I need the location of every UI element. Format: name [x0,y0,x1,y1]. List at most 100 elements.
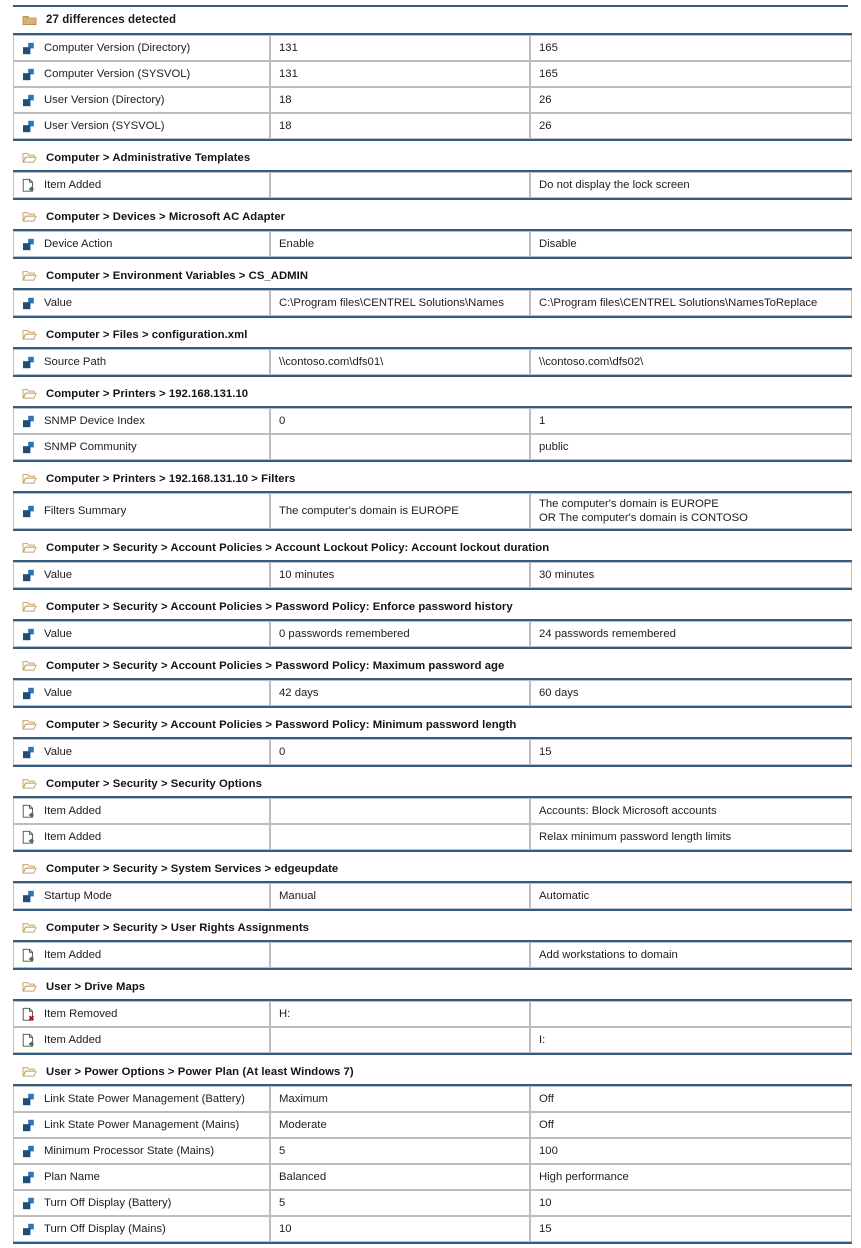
value-a-inner [271,176,529,194]
value-a-cell: Balanced [270,1164,530,1190]
table-row[interactable]: Link State Power Management (Battery) Max… [13,1086,852,1112]
gpo-node-icon [21,686,36,701]
value-b-inner: C:\Program files\CENTREL Solutions\Names… [531,293,851,313]
difference-table: Item Added Accounts: Block Microsoft acco… [13,796,852,852]
table-row[interactable]: SNMP Device Index 0 1 [13,408,852,434]
section-heading-row: Computer > Administrative Templates [13,145,848,170]
table-row[interactable]: Value C:\Program files\CENTREL Solutions\… [13,290,852,316]
table-row[interactable]: Minimum Processor State (Mains) 5 100 [13,1138,852,1164]
table-row[interactable]: Item Added Do not display the lock screen [13,172,852,198]
value-b-text: 24 passwords remembered [539,628,676,640]
setting-name-cell: Source Path [13,349,270,375]
value-a-inner: 18 [271,116,529,136]
section-heading-label: User > Power Options > Power Plan (At le… [46,1065,354,1078]
setting-name-label: Turn Off Display (Mains) [44,1223,166,1235]
value-a-cell [270,942,530,968]
value-b-text: Disable [539,238,577,250]
gpo-difference-report: 27 differences detected Computer Version… [0,5,861,1248]
setting-name-inner: Turn Off Display (Battery) [14,1193,269,1214]
value-b-text: 100 [539,1145,558,1157]
value-b-text: 15 [539,746,552,758]
setting-name-inner: User Version (Directory) [14,90,269,111]
value-b-cell: Relax minimum password length limits [530,824,852,850]
table-row[interactable]: Item Added I: [13,1027,852,1053]
table-row[interactable]: Plan Name Balanced High performance [13,1164,852,1190]
table-row[interactable]: Value 10 minutes 30 minutes [13,562,852,588]
table-row[interactable]: Computer Version (Directory) 131 165 [13,35,852,61]
table-row[interactable]: Source Path \\contoso.com\dfs01\ \\contoso… [13,349,852,375]
folder-open-icon [22,1064,37,1079]
section-heading-label: Computer > Devices > Microsoft AC Adapte… [46,210,286,223]
setting-name-label: User Version (SYSVOL) [44,120,165,132]
value-a-cell: 131 [270,35,530,61]
section-heading-label: Computer > Security > Security Options [46,777,262,790]
table-row[interactable]: Startup Mode Manual Automatic [13,883,852,909]
setting-name-label: SNMP Device Index [44,415,145,427]
value-a-text: Maximum [279,1093,328,1105]
table-row[interactable]: Link State Power Management (Mains) Moder… [13,1112,852,1138]
setting-name-label: Startup Mode [44,890,112,902]
section-heading-label: Computer > Environment Variables > CS_AD… [46,269,309,282]
value-b-cell: 60 days [530,680,852,706]
table-row[interactable]: Item Added Add workstations to domain [13,942,852,968]
gpo-node-icon [21,41,36,56]
value-a-inner: Balanced [271,1167,529,1187]
value-a-text: Enable [279,238,315,250]
section-heading-label: Computer > Security > Account Policies >… [46,541,550,554]
value-a-inner: 131 [271,38,529,58]
folder-open-icon [22,471,37,486]
table-row[interactable]: Value 0 passwords remembered 24 passwords … [13,621,852,647]
value-a-inner [271,802,529,820]
table-row[interactable]: Computer Version (SYSVOL) 131 165 [13,61,852,87]
section-heading-row: User > Power Options > Power Plan (At le… [13,1059,848,1084]
section-heading-label: Computer > Printers > 192.168.131.10 > F… [46,472,296,485]
table-row[interactable]: Item Added Accounts: Block Microsoft acco… [13,798,852,824]
table-row[interactable]: Filters Summary The computer's domain is … [13,493,852,529]
section-heading-label: Computer > Security > Account Policies >… [46,718,517,731]
value-a-cell: C:\Program files\CENTREL Solutions\Names [270,290,530,316]
gpo-node-icon [21,296,36,311]
table-row[interactable]: Item Removed H: [13,1001,852,1027]
setting-name-label: Value [44,687,73,699]
setting-name-label: Item Added [44,1034,102,1046]
setting-name-inner: User Version (SYSVOL) [14,116,269,137]
gpo-node-icon [21,1222,36,1237]
folder-open-icon [22,658,37,673]
table-row[interactable]: SNMP Community public [13,434,852,460]
gpo-node-icon [21,1144,36,1159]
difference-table: Value 0 15 [13,737,852,767]
section-heading-row: Computer > Security > Account Policies >… [13,594,848,619]
table-row[interactable]: Value 0 15 [13,739,852,765]
value-b-cell: 1 [530,408,852,434]
table-row[interactable]: Turn Off Display (Battery) 5 10 [13,1190,852,1216]
difference-table: Value C:\Program files\CENTREL Solutions\… [13,288,852,318]
table-row[interactable]: Device Action Enable Disable [13,231,852,257]
setting-name-inner: Item Added [14,801,269,822]
setting-name-inner: Source Path [14,352,269,373]
value-b-text: 30 minutes [539,569,595,581]
value-b-cell: Off [530,1112,852,1138]
value-b-inner: 30 minutes [531,565,851,585]
table-row[interactable]: User Version (Directory) 18 26 [13,87,852,113]
table-row[interactable]: Value 42 days 60 days [13,680,852,706]
table-row[interactable]: User Version (SYSVOL) 18 26 [13,113,852,139]
value-a-cell [270,434,530,460]
difference-table: Startup Mode Manual Automatic [13,881,852,911]
section-heading-label: Computer > Security > User Rights Assign… [46,921,309,934]
gpo-node-icon [21,889,36,904]
value-b-text: 26 [539,120,552,132]
item-added-icon [21,1033,36,1048]
value-a-text: Manual [279,890,317,902]
difference-table: Computer Version (Directory) 131 165 Comput… [13,33,852,141]
table-row[interactable]: Item Added Relax minimum password length … [13,824,852,850]
value-b-inner: High performance [531,1167,851,1187]
setting-name-cell: Item Added [13,824,270,850]
setting-name-label: Value [44,569,73,581]
value-a-inner: 131 [271,64,529,84]
value-a-cell: 18 [270,87,530,113]
difference-table: Link State Power Management (Battery) Max… [13,1084,852,1244]
setting-name-inner: SNMP Device Index [14,411,269,432]
folder-open-icon [22,599,37,614]
value-b-cell: \\contoso.com\dfs02\ [530,349,852,375]
